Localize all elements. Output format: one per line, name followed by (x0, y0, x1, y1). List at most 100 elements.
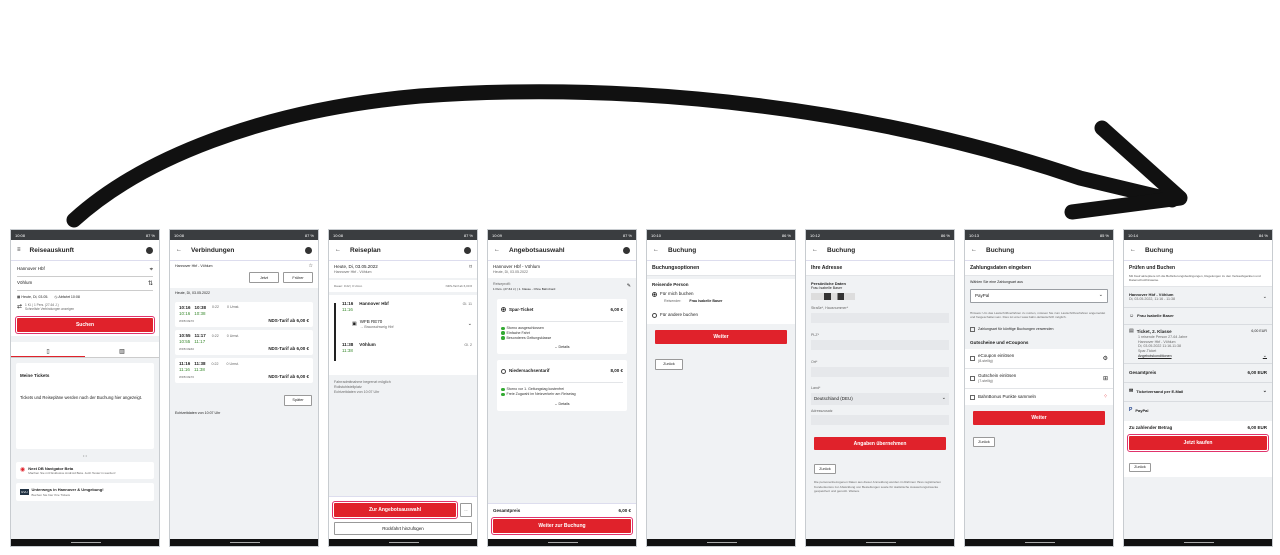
continue-button[interactable]: Weiter (655, 330, 787, 345)
profile-icon[interactable] (146, 246, 153, 254)
back-arrow-icon[interactable]: ← (812, 247, 818, 253)
conditions-label: Angebotskonditionen (1138, 354, 1172, 359)
street-input[interactable] (811, 313, 949, 324)
back-arrow-icon[interactable]: ← (494, 247, 500, 253)
back-button[interactable]: Zurück (655, 358, 683, 370)
duration: 0:22 (211, 333, 219, 338)
connection-card[interactable]: 10:55 11:17 0:22 0 Umst. 10:55 11:17 WFB RE60 N… (175, 330, 313, 356)
option-others[interactable]: Für andere buchen (652, 312, 790, 318)
to-field[interactable]: Vöhlum ⇅ (17, 277, 153, 291)
ecoupon-option[interactable]: eCoupon einlösen (8-stellig) ⚙ (965, 349, 1113, 370)
checkbox[interactable] (970, 376, 975, 382)
location-icon[interactable]: ⌖ (150, 267, 153, 273)
offer-selection-button[interactable]: Zur Angebotsauswahl (332, 501, 458, 519)
search-button[interactable]: Suchen (15, 315, 155, 334)
system-nav (647, 539, 795, 546)
continue-button[interactable]: Weiter (973, 411, 1105, 426)
option-self[interactable]: Für mich buchen (652, 291, 790, 297)
screen-buchung-zahlung: 10:13 85 % ← Buchung Zahlungsdaten eingebe… (964, 229, 1114, 547)
profile-icon[interactable] (464, 246, 471, 254)
checkbox[interactable] (970, 327, 975, 333)
promo-beta[interactable]: ◉ Next DB Navigator Beta Machen Sie mit! E… (16, 461, 154, 480)
travel-options[interactable]: ⇄ 1 Kl. | 1 Pers. (27-64 J.) Schnellste Ve… (17, 303, 153, 312)
extra-label: Adresszusatz (811, 408, 833, 413)
radio-unselected[interactable] (652, 312, 657, 318)
earlier-button[interactable]: Früher (283, 272, 313, 283)
trip-price: NDS-Tarif ab 6,00 € (445, 283, 472, 288)
later-button[interactable]: Später (284, 394, 312, 406)
option-others-label: Für andere buchen (660, 311, 699, 317)
my-tickets-card[interactable]: Meine Tickets Tickets und Reisepläne wer… (16, 362, 154, 449)
offer-radio[interactable] (501, 307, 506, 313)
realtime-info: Echtzeitdaten von 10:07 Uhr (334, 389, 380, 394)
promo-gvh[interactable]: GVH Unterwegs in Hannover & Umgebung! Buch… (16, 483, 154, 501)
chevron-down-icon[interactable]: ⌄ (468, 322, 472, 327)
bahnbonus-option[interactable]: BahnBonus Punkte sammeln ⁘ (965, 389, 1113, 405)
status-time: 10:08 (15, 232, 26, 238)
status-battery: 85 % (1099, 232, 1109, 238)
tab-tickets[interactable]: ▯ (11, 341, 85, 358)
back-arrow-icon[interactable]: ← (653, 247, 659, 253)
profile-icon[interactable] (623, 246, 630, 254)
profile-icon[interactable] (305, 246, 312, 254)
section-title: Zahlungsdaten eingeben (965, 261, 1113, 276)
tab-map[interactable]: ▥ (85, 340, 159, 358)
email-delivery[interactable]: ✉ Ticketversand per E-Mail ⌄ (1124, 383, 1272, 402)
menu-icon[interactable]: ≡ (17, 247, 21, 253)
from-field[interactable]: Hannover Hbf ⌖ (17, 263, 153, 277)
conditions-link[interactable]: Angebotskonditionen ⌄ (1138, 354, 1267, 359)
bookmark-icon[interactable]: ⌑ (469, 264, 472, 270)
save-payment-option[interactable]: Zahlungsart für künftige Buchungen verwe… (965, 323, 1113, 336)
extra-input[interactable] (811, 415, 949, 426)
train-icon: ▣ (352, 321, 357, 328)
buy-now-button[interactable]: Jetzt kaufen (1127, 434, 1269, 453)
payment-select[interactable]: PayPal ⌄ (970, 288, 1108, 303)
back-arrow-icon[interactable]: ← (335, 247, 341, 253)
edit-icon[interactable]: ✎ (627, 283, 631, 289)
checkbox[interactable] (970, 394, 975, 400)
offer-radio[interactable] (501, 368, 506, 374)
direct-debit-hint: Hinweis: Um das Lastschriftverfahren zu … (970, 310, 1106, 320)
status-time: 10:12 (810, 232, 821, 238)
connection-card[interactable]: 11:16 11:38 0:22 0 Umst. 11:16 11:38 WFB RE70 N… (175, 358, 313, 384)
status-bar: 10:08 87 % (11, 230, 159, 240)
date-field[interactable]: ▦ Heute, Di, 03.05. (17, 295, 48, 300)
now-button[interactable]: Jetzt (249, 272, 279, 283)
route-text: Hannover Hbf - Vöhlum (175, 264, 213, 269)
favorite-star-icon[interactable]: ☆ (309, 264, 313, 269)
buy-now-label: Jetzt kaufen (1183, 440, 1213, 447)
trip-route: Hannover Hbf - Vöhlum (334, 270, 372, 275)
back-button[interactable]: Zurück (973, 437, 995, 448)
zip-input[interactable] (811, 339, 949, 350)
checkbox[interactable] (970, 356, 975, 362)
duration: 0:22 (211, 361, 219, 366)
voucher-option[interactable]: Gutschein einlösen (7-stellig) ⊞ (965, 369, 1113, 389)
connection-card[interactable]: 10:16 10:38 0:22 0 Umst. 10:16 10:38 WFB RE70 N… (175, 301, 313, 328)
add-return-button[interactable]: Rückfahrt hinzufügen (334, 522, 472, 535)
city-input[interactable] (811, 366, 949, 377)
time-field[interactable]: ◷ Abfahrt 10:08 (54, 295, 80, 300)
continue-booking-button[interactable]: Weiter zur Buchung (491, 517, 633, 535)
route-summary[interactable]: Hannover Hbf - Vöhlum Di, 03.05.2022, 11:… (1124, 287, 1272, 309)
details-toggle[interactable]: ⌄ Details (501, 340, 623, 350)
section-title: Prüfen und Buchen (1129, 265, 1176, 271)
back-arrow-icon[interactable]: ← (1130, 247, 1136, 253)
gvh-logo: GVH (20, 488, 29, 495)
back-button[interactable]: Zurück (1129, 462, 1151, 472)
offer-card[interactable]: Spar-Ticket 6,00 € Storno ausgeschlossen Ei… (497, 298, 627, 355)
apply-button[interactable]: Angaben übernehmen (814, 437, 946, 451)
more-button[interactable]: ... (460, 503, 472, 517)
back-arrow-icon[interactable]: ← (176, 247, 182, 253)
back-arrow-icon[interactable]: ← (971, 247, 977, 253)
terms-text[interactable]: Mit Kauf akzeptiere ich die Beförderungs… (1129, 274, 1267, 282)
later-label: Später (292, 398, 304, 403)
country-select[interactable]: Deutschland (DEU) ⌄ (811, 392, 949, 405)
swap-icon[interactable]: ⇅ (148, 281, 153, 287)
details-toggle[interactable]: ⌄ Details (501, 397, 623, 407)
back-button[interactable]: Zurück (814, 464, 836, 475)
page-title: Buchung (986, 246, 1015, 254)
radio-selected[interactable] (652, 291, 657, 297)
status-time: 10:09 (492, 232, 503, 238)
total-price: 6,00 € (618, 507, 631, 513)
offer-card[interactable]: Niedersachsentarif 8,00 € Storno vor 1. Ge… (497, 360, 627, 411)
